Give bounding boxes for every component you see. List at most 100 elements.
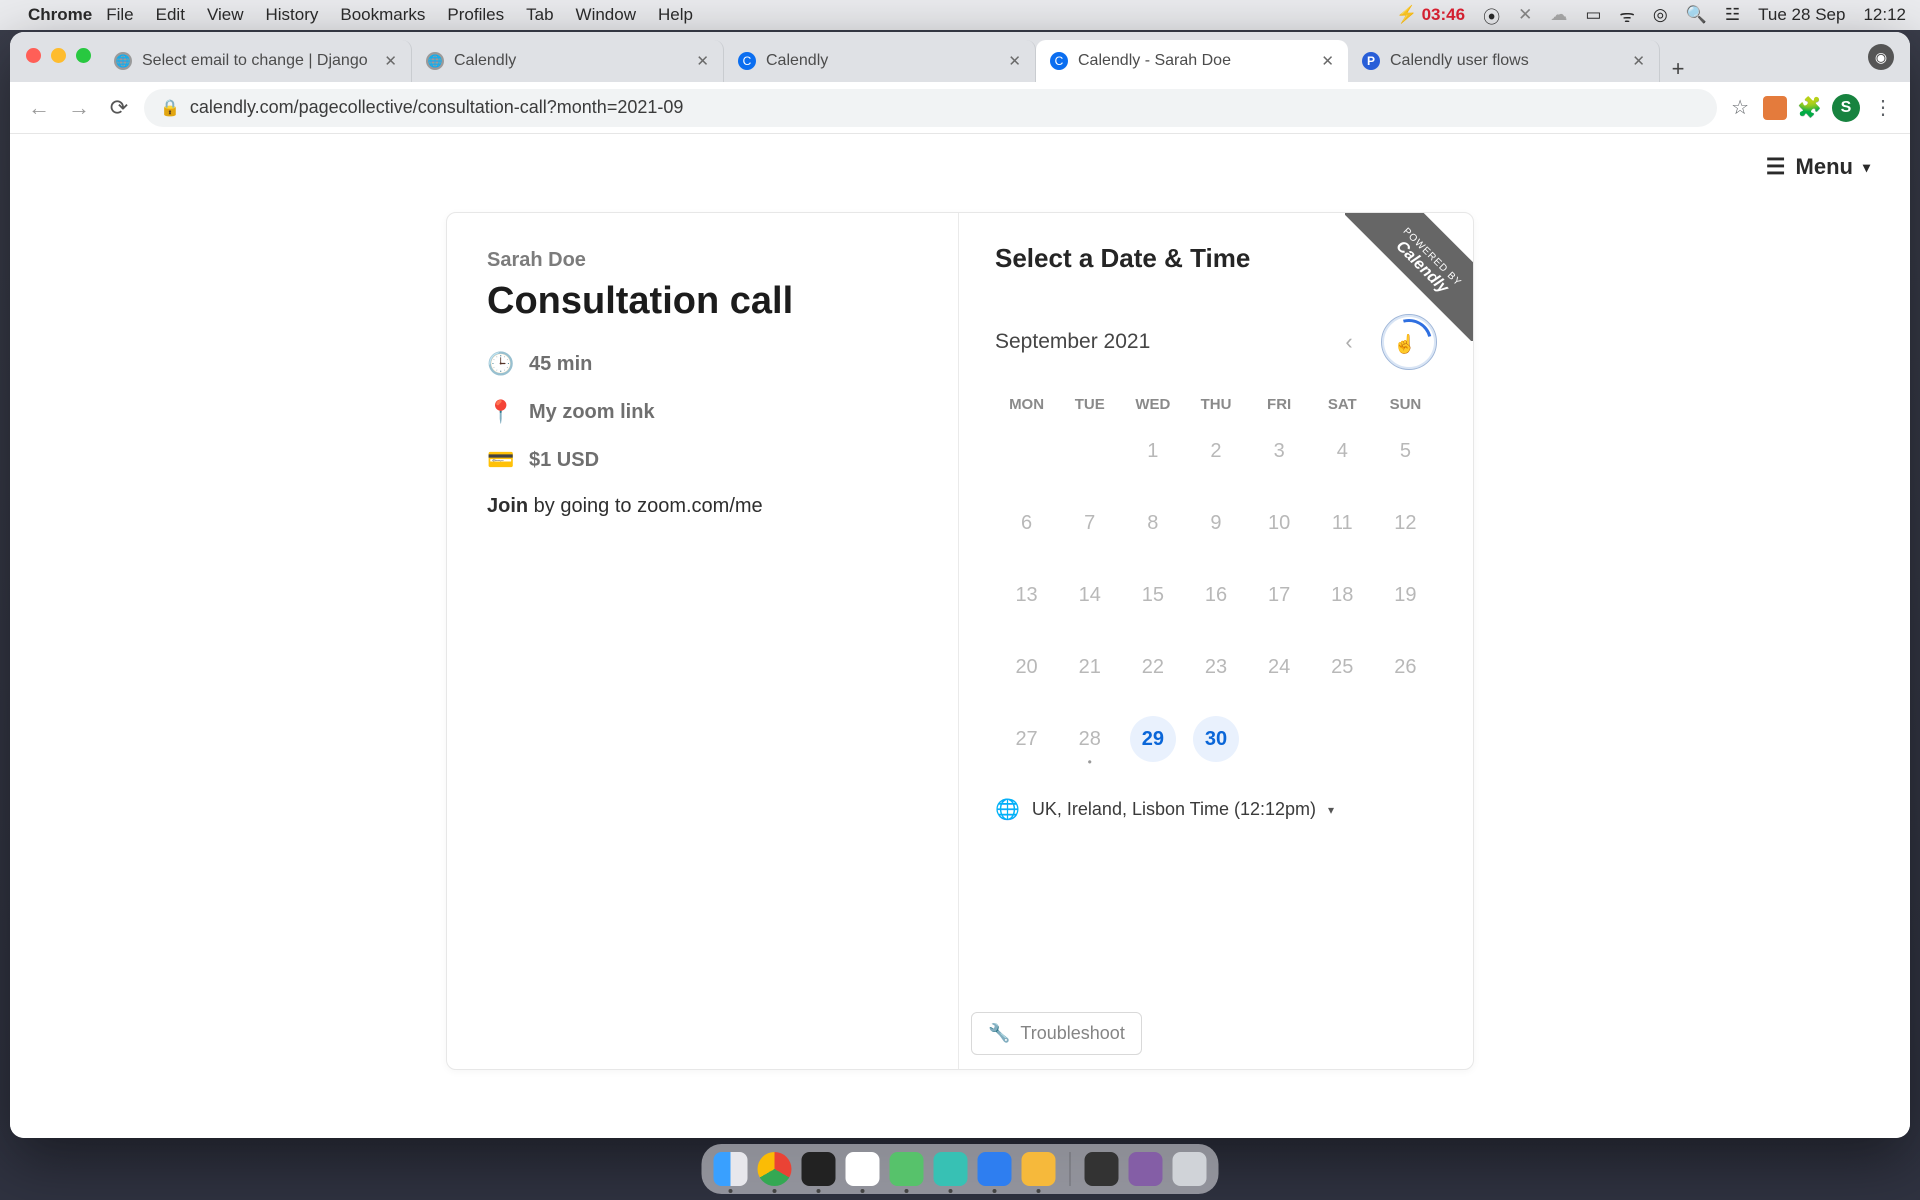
siri-icon[interactable]: ☳ [1725, 5, 1740, 25]
weekday-tue: TUE [1058, 390, 1121, 419]
weekday-thu: THU [1184, 390, 1247, 419]
page-menu-button[interactable]: ☰ Menu ▾ [1766, 154, 1870, 180]
close-tab-icon[interactable]: ✕ [1321, 52, 1334, 70]
close-tab-icon[interactable]: ✕ [1632, 52, 1645, 70]
day-16: 16 [1184, 571, 1247, 619]
close-tab-icon[interactable]: ✕ [1008, 52, 1021, 70]
calendly-icon: C [738, 52, 756, 70]
event-description: Join by going to zoom.com/me [487, 495, 918, 518]
extension-metamask-icon[interactable] [1763, 96, 1787, 120]
day-26: 26 [1374, 643, 1437, 691]
month-label: September 2021 [995, 330, 1150, 354]
troubleshoot-button[interactable]: 🔧 Troubleshoot [971, 1012, 1142, 1055]
profile-avatar[interactable]: S [1832, 94, 1860, 122]
tab-1[interactable]: 🌐 Calendly ✕ [412, 40, 724, 82]
caret-down-icon: ▾ [1328, 803, 1334, 817]
globe-icon: 🌐 [114, 52, 132, 70]
address-bar[interactable]: 🔒 calendly.com/pagecollective/consultati… [144, 89, 1717, 127]
day-13: 13 [995, 571, 1058, 619]
dock-terminal[interactable] [802, 1152, 836, 1186]
dock-app-blue[interactable] [978, 1152, 1012, 1186]
extensions-icon[interactable]: 🧩 [1797, 95, 1822, 120]
chrome-window: 🌐 Select email to change | Django ✕ 🌐 Ca… [10, 32, 1910, 1138]
window-controls [26, 48, 91, 63]
location-pin-icon: 📍 [487, 399, 513, 425]
dock-folder-1[interactable] [1085, 1152, 1119, 1186]
price-text: $1 USD [529, 449, 599, 472]
tab-2[interactable]: C Calendly ✕ [724, 40, 1036, 82]
browser-toolbar: ← → ⟳ 🔒 calendly.com/pagecollective/cons… [10, 82, 1910, 134]
dock-finder[interactable] [714, 1152, 748, 1186]
menu-bookmarks[interactable]: Bookmarks [340, 5, 425, 25]
booking-card: Sarah Doe Consultation call 🕒 45 min 📍 M… [446, 212, 1474, 1070]
tab-4[interactable]: P Calendly user flows ✕ [1348, 40, 1660, 82]
tab-title: Calendly - Sarah Doe [1078, 52, 1311, 70]
day-30[interactable]: 30 [1184, 715, 1247, 763]
tab-3[interactable]: C Calendly - Sarah Doe ✕ [1036, 40, 1348, 82]
dock-app-bolt[interactable] [1022, 1152, 1056, 1186]
dock-chrome[interactable] [758, 1152, 792, 1186]
tab-title: Calendly user flows [1390, 52, 1622, 70]
status-icon-2[interactable]: ✕ [1518, 5, 1532, 25]
day-28: 28• [1058, 715, 1121, 763]
weekday-sat: SAT [1311, 390, 1374, 419]
menu-help[interactable]: Help [658, 5, 693, 25]
dock-folder-2[interactable] [1129, 1152, 1163, 1186]
back-button[interactable]: ← [24, 95, 54, 121]
dock-trash[interactable] [1173, 1152, 1207, 1186]
lock-icon[interactable]: 🔒 [160, 98, 180, 118]
host-name: Sarah Doe [487, 249, 918, 272]
day-blank [1311, 715, 1374, 763]
control-center-icon[interactable]: ◎ [1653, 5, 1668, 25]
menu-profiles[interactable]: Profiles [447, 5, 504, 25]
next-month-button[interactable]: ☝ [1381, 314, 1437, 370]
menu-history[interactable]: History [265, 5, 318, 25]
day-6: 6 [995, 499, 1058, 547]
day-blank [1374, 715, 1437, 763]
menu-tab[interactable]: Tab [526, 5, 553, 25]
menubar-time[interactable]: 12:12 [1863, 5, 1906, 25]
day-blank [1248, 715, 1311, 763]
weekday-mon: MON [995, 390, 1058, 419]
wifi-icon[interactable]: ᯤ [1619, 4, 1635, 27]
menu-view[interactable]: View [207, 5, 244, 25]
day-29[interactable]: 29 [1121, 715, 1184, 763]
chrome-menu-icon[interactable]: ⋮ [1870, 95, 1896, 120]
dock-app-teal[interactable] [934, 1152, 968, 1186]
battery-indicator[interactable]: ⚡03:46 [1396, 5, 1465, 25]
day-18: 18 [1311, 571, 1374, 619]
dock-app-green[interactable] [890, 1152, 924, 1186]
close-window-button[interactable] [26, 48, 41, 63]
spotlight-icon[interactable]: 🔍 [1686, 5, 1707, 25]
status-icon-1[interactable]: ⦿ [1483, 3, 1500, 28]
fullscreen-window-button[interactable] [76, 48, 91, 63]
menu-window[interactable]: Window [576, 5, 636, 25]
bookmark-star-icon[interactable]: ☆ [1727, 95, 1753, 120]
day-11: 11 [1311, 499, 1374, 547]
menu-file[interactable]: File [106, 5, 133, 25]
dock-notes[interactable] [846, 1152, 880, 1186]
tab-0[interactable]: 🌐 Select email to change | Django ✕ [100, 40, 412, 82]
close-tab-icon[interactable]: ✕ [696, 52, 709, 70]
new-tab-button[interactable]: + [1660, 56, 1696, 82]
battery-icon[interactable]: ▭ [1585, 5, 1601, 25]
menubar-appname[interactable]: Chrome [28, 5, 92, 25]
day-23: 23 [1184, 643, 1247, 691]
menubar-date[interactable]: Tue 28 Sep [1758, 5, 1845, 25]
status-icon-3[interactable]: ☁ [1550, 5, 1567, 25]
timezone-selector[interactable]: 🌐 UK, Ireland, Lisbon Time (12:12pm) ▾ [995, 797, 1437, 822]
day-21: 21 [1058, 643, 1121, 691]
day-27: 27 [995, 715, 1058, 763]
day-20: 20 [995, 643, 1058, 691]
tabstrip-avatar[interactable]: ◉ [1868, 44, 1894, 70]
globe-icon: 🌐 [426, 52, 444, 70]
page-content: ☰ Menu ▾ Sarah Doe Consultation call 🕒 4… [10, 134, 1910, 1138]
minimize-window-button[interactable] [51, 48, 66, 63]
duration-text: 45 min [529, 353, 592, 376]
menu-label: Menu [1796, 154, 1853, 180]
forward-button[interactable]: → [64, 95, 94, 121]
reload-button[interactable]: ⟳ [104, 95, 134, 121]
menu-edit[interactable]: Edit [156, 5, 185, 25]
close-tab-icon[interactable]: ✕ [384, 52, 397, 70]
calendar-panel: POWERED BY Calendly Select a Date & Time… [959, 213, 1473, 1069]
